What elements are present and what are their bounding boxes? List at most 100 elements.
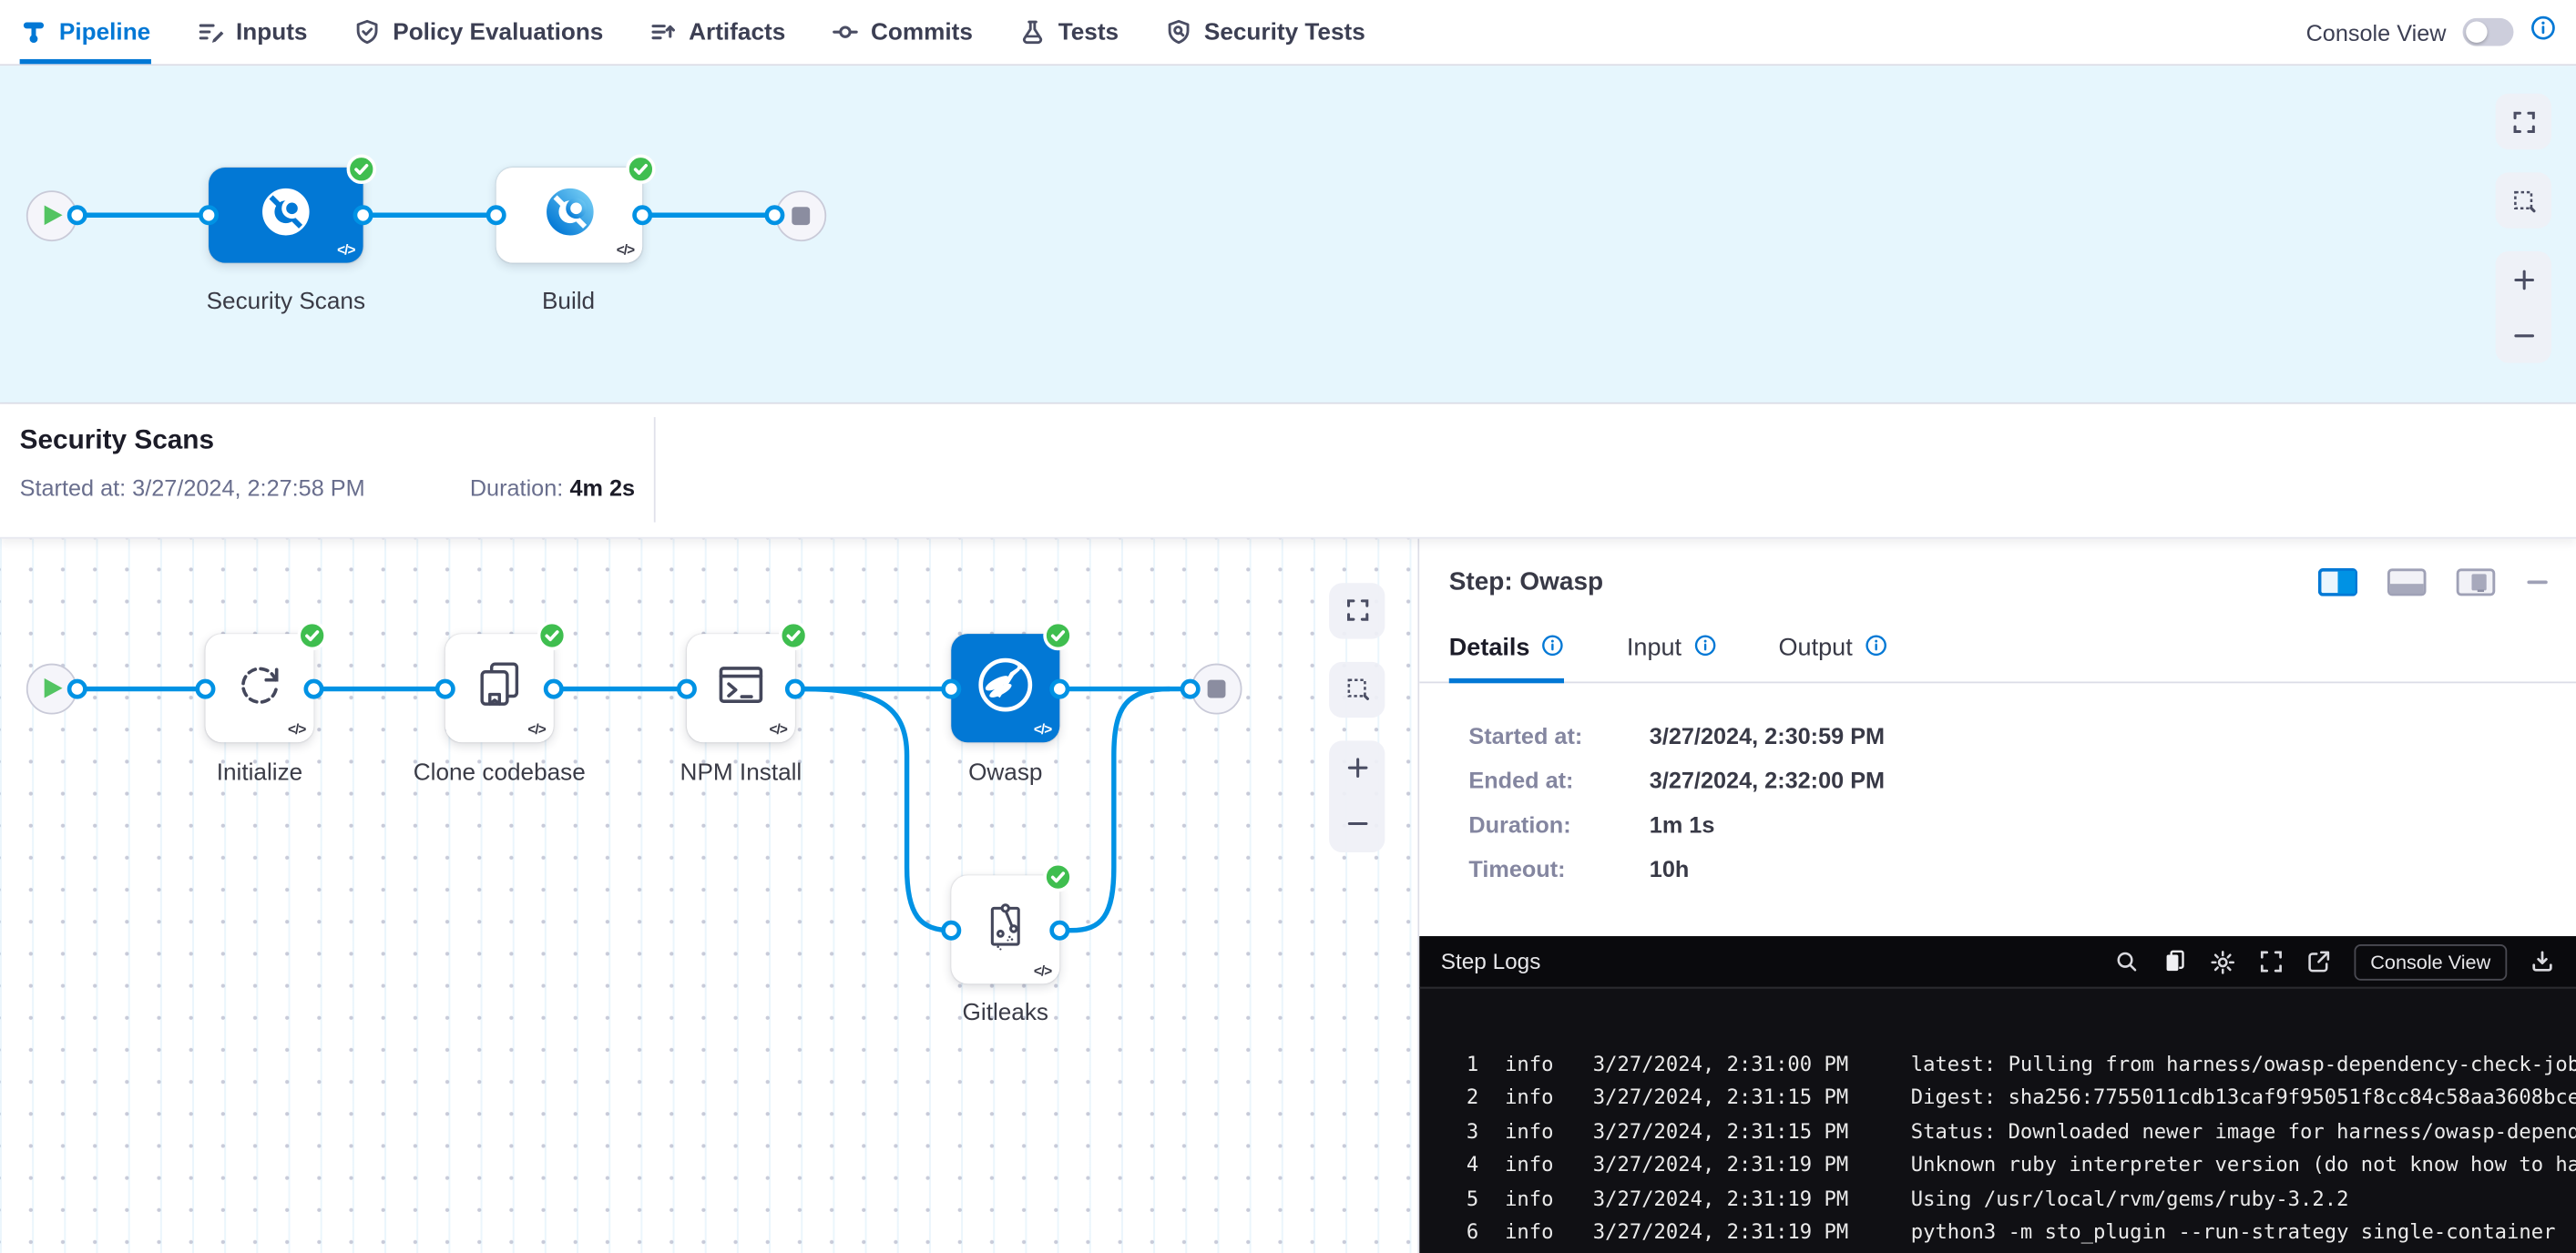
search-icon[interactable] bbox=[2114, 949, 2139, 973]
marquee-select-button[interactable] bbox=[1329, 661, 1385, 717]
step-details-panel: Step: Owasp bbox=[1419, 538, 2576, 1253]
execution-tab-bar: Pipeline Inputs Policy Evaluations Artif… bbox=[0, 0, 2576, 66]
stage-node-security-scans[interactable]: </> bbox=[209, 168, 363, 263]
info-icon[interactable] bbox=[1693, 633, 1716, 662]
step-node-owasp[interactable]: </> bbox=[951, 634, 1059, 742]
stage-info-bar: Security Scans Started at: 3/27/2024, 2:… bbox=[0, 403, 2576, 538]
step-logs-title: Step Logs bbox=[1441, 949, 1541, 973]
minimize-panel-icon[interactable] bbox=[2525, 570, 2550, 595]
success-check-icon bbox=[1043, 621, 1072, 650]
settings-gear-icon[interactable] bbox=[2210, 949, 2236, 975]
code-icon: </> bbox=[1034, 721, 1051, 738]
zoom-in-button[interactable] bbox=[1329, 740, 1385, 796]
step-logs-panel: Step Logs Console View 1 info 3/27/2024, 2… bbox=[1419, 936, 2576, 1253]
marquee-select-button[interactable] bbox=[2496, 172, 2551, 228]
tab-security-tests[interactable]: Security Tests bbox=[1165, 0, 1365, 64]
tab-inputs[interactable]: Inputs bbox=[197, 0, 308, 64]
step-label[interactable]: NPM Install bbox=[680, 759, 802, 786]
code-icon: </> bbox=[337, 241, 354, 258]
step-start-node bbox=[26, 663, 77, 714]
success-check-icon bbox=[297, 621, 326, 650]
detail-value: 1m 1s bbox=[1650, 810, 1715, 837]
detail-label: Started at: bbox=[1468, 722, 1649, 749]
open-in-new-icon[interactable] bbox=[2306, 949, 2331, 973]
log-line: 6info3/27/2024, 2:31:19 PMpython3 -m sto… bbox=[1446, 1216, 2576, 1249]
tab-artifacts[interactable]: Artifacts bbox=[649, 0, 785, 64]
step-node-initialize[interactable]: </> bbox=[205, 634, 313, 742]
tab-output[interactable]: Output bbox=[1779, 633, 1887, 682]
stage-label[interactable]: Security Scans bbox=[207, 289, 365, 315]
stage-label[interactable]: Build bbox=[542, 289, 595, 315]
step-node-npm-install[interactable]: </> bbox=[687, 634, 795, 742]
layout-bottom-panel-icon[interactable] bbox=[2387, 568, 2427, 596]
stage-started-at: Started at: 3/27/2024, 2:27:58 PM bbox=[20, 474, 365, 500]
step-label[interactable]: Gitleaks bbox=[963, 999, 1048, 1025]
step-panel-title: Step: Owasp bbox=[1449, 567, 1603, 596]
fullscreen-button[interactable] bbox=[2496, 94, 2551, 149]
tab-commits[interactable]: Commits bbox=[832, 0, 973, 64]
stage-node-build[interactable]: </> bbox=[496, 168, 643, 263]
step-node-gitleaks[interactable]: </> bbox=[951, 875, 1059, 983]
step-canvas-controls bbox=[1329, 582, 1385, 851]
tab-label: Artifacts bbox=[689, 19, 785, 46]
log-timestamp: 3/27/2024, 2:31:15 PM bbox=[1593, 1115, 1848, 1148]
code-icon: </> bbox=[527, 721, 545, 738]
log-line-number: 6 bbox=[1446, 1216, 1478, 1249]
copy-icon[interactable] bbox=[2162, 949, 2186, 973]
tab-policy-evaluations[interactable]: Policy Evaluations bbox=[353, 0, 603, 64]
console-view-button[interactable]: Console View bbox=[2354, 943, 2507, 980]
detail-value: 3/27/2024, 2:32:00 PM bbox=[1650, 766, 1885, 792]
detail-label: Ended at: bbox=[1468, 766, 1649, 792]
play-icon bbox=[45, 678, 63, 698]
detail-row: Timeout: 10h bbox=[1468, 855, 2546, 881]
info-icon[interactable] bbox=[1864, 633, 1886, 662]
owasp-icon bbox=[971, 649, 1040, 727]
log-timestamp: 3/27/2024, 2:31:19 PM bbox=[1593, 1148, 1848, 1182]
success-check-icon bbox=[347, 155, 376, 184]
tab-pipeline[interactable]: Pipeline bbox=[20, 0, 151, 64]
detail-label: Timeout: bbox=[1468, 855, 1649, 881]
tab-tests[interactable]: Tests bbox=[1018, 0, 1119, 64]
tab-details[interactable]: Details bbox=[1449, 633, 1565, 682]
layout-floating-panel-icon[interactable] bbox=[2456, 568, 2495, 596]
tab-input[interactable]: Input bbox=[1627, 633, 1716, 682]
app-root: Pipeline Inputs Policy Evaluations Artif… bbox=[0, 0, 2576, 1253]
terminal-icon bbox=[711, 655, 771, 722]
tab-label: Policy Evaluations bbox=[393, 19, 603, 46]
code-icon: </> bbox=[1034, 963, 1051, 979]
step-graph-canvas[interactable]: </> </> </> </> bbox=[0, 538, 1419, 1253]
zoom-in-button[interactable] bbox=[2496, 251, 2551, 307]
log-message: Status: Downloaded newer image for harne… bbox=[1911, 1115, 2576, 1148]
console-view-toggle[interactable] bbox=[2463, 18, 2514, 46]
sto-module-icon bbox=[256, 181, 315, 249]
stage-graph-canvas[interactable]: </> </> Security Scans Build bbox=[0, 66, 2576, 403]
info-icon[interactable] bbox=[1541, 633, 1564, 662]
zoom-controls bbox=[1329, 740, 1385, 852]
tab-label: Commits bbox=[871, 19, 973, 46]
detail-value: 10h bbox=[1650, 855, 1690, 881]
ci-module-icon bbox=[539, 181, 598, 249]
log-line-number: 5 bbox=[1446, 1182, 1478, 1216]
stop-icon bbox=[1207, 679, 1225, 698]
step-label[interactable]: Initialize bbox=[217, 759, 302, 786]
fullscreen-button[interactable] bbox=[1329, 582, 1385, 637]
success-check-icon bbox=[537, 621, 567, 650]
log-line-number: 1 bbox=[1446, 1048, 1478, 1082]
step-logs-output[interactable]: 1info3/27/2024, 2:31:00 PMlatest: Pullin… bbox=[1419, 987, 2576, 1253]
log-level: info bbox=[1505, 1081, 1553, 1115]
success-check-icon bbox=[1043, 862, 1072, 891]
step-label[interactable]: Owasp bbox=[968, 759, 1042, 786]
download-icon[interactable] bbox=[2530, 949, 2554, 973]
zoom-out-button[interactable] bbox=[2496, 307, 2551, 362]
step-label[interactable]: Clone codebase bbox=[414, 759, 586, 786]
initialize-icon bbox=[230, 655, 289, 722]
code-icon: </> bbox=[769, 721, 786, 738]
step-node-clone-codebase[interactable]: </> bbox=[445, 634, 554, 742]
stage-end-node bbox=[774, 189, 825, 240]
fullscreen-icon[interactable] bbox=[2259, 949, 2284, 973]
zoom-out-button[interactable] bbox=[1329, 796, 1385, 851]
layout-right-panel-icon[interactable] bbox=[2318, 568, 2357, 596]
info-icon[interactable] bbox=[2530, 15, 2556, 49]
play-icon bbox=[45, 205, 63, 225]
log-line-number: 2 bbox=[1446, 1081, 1478, 1115]
